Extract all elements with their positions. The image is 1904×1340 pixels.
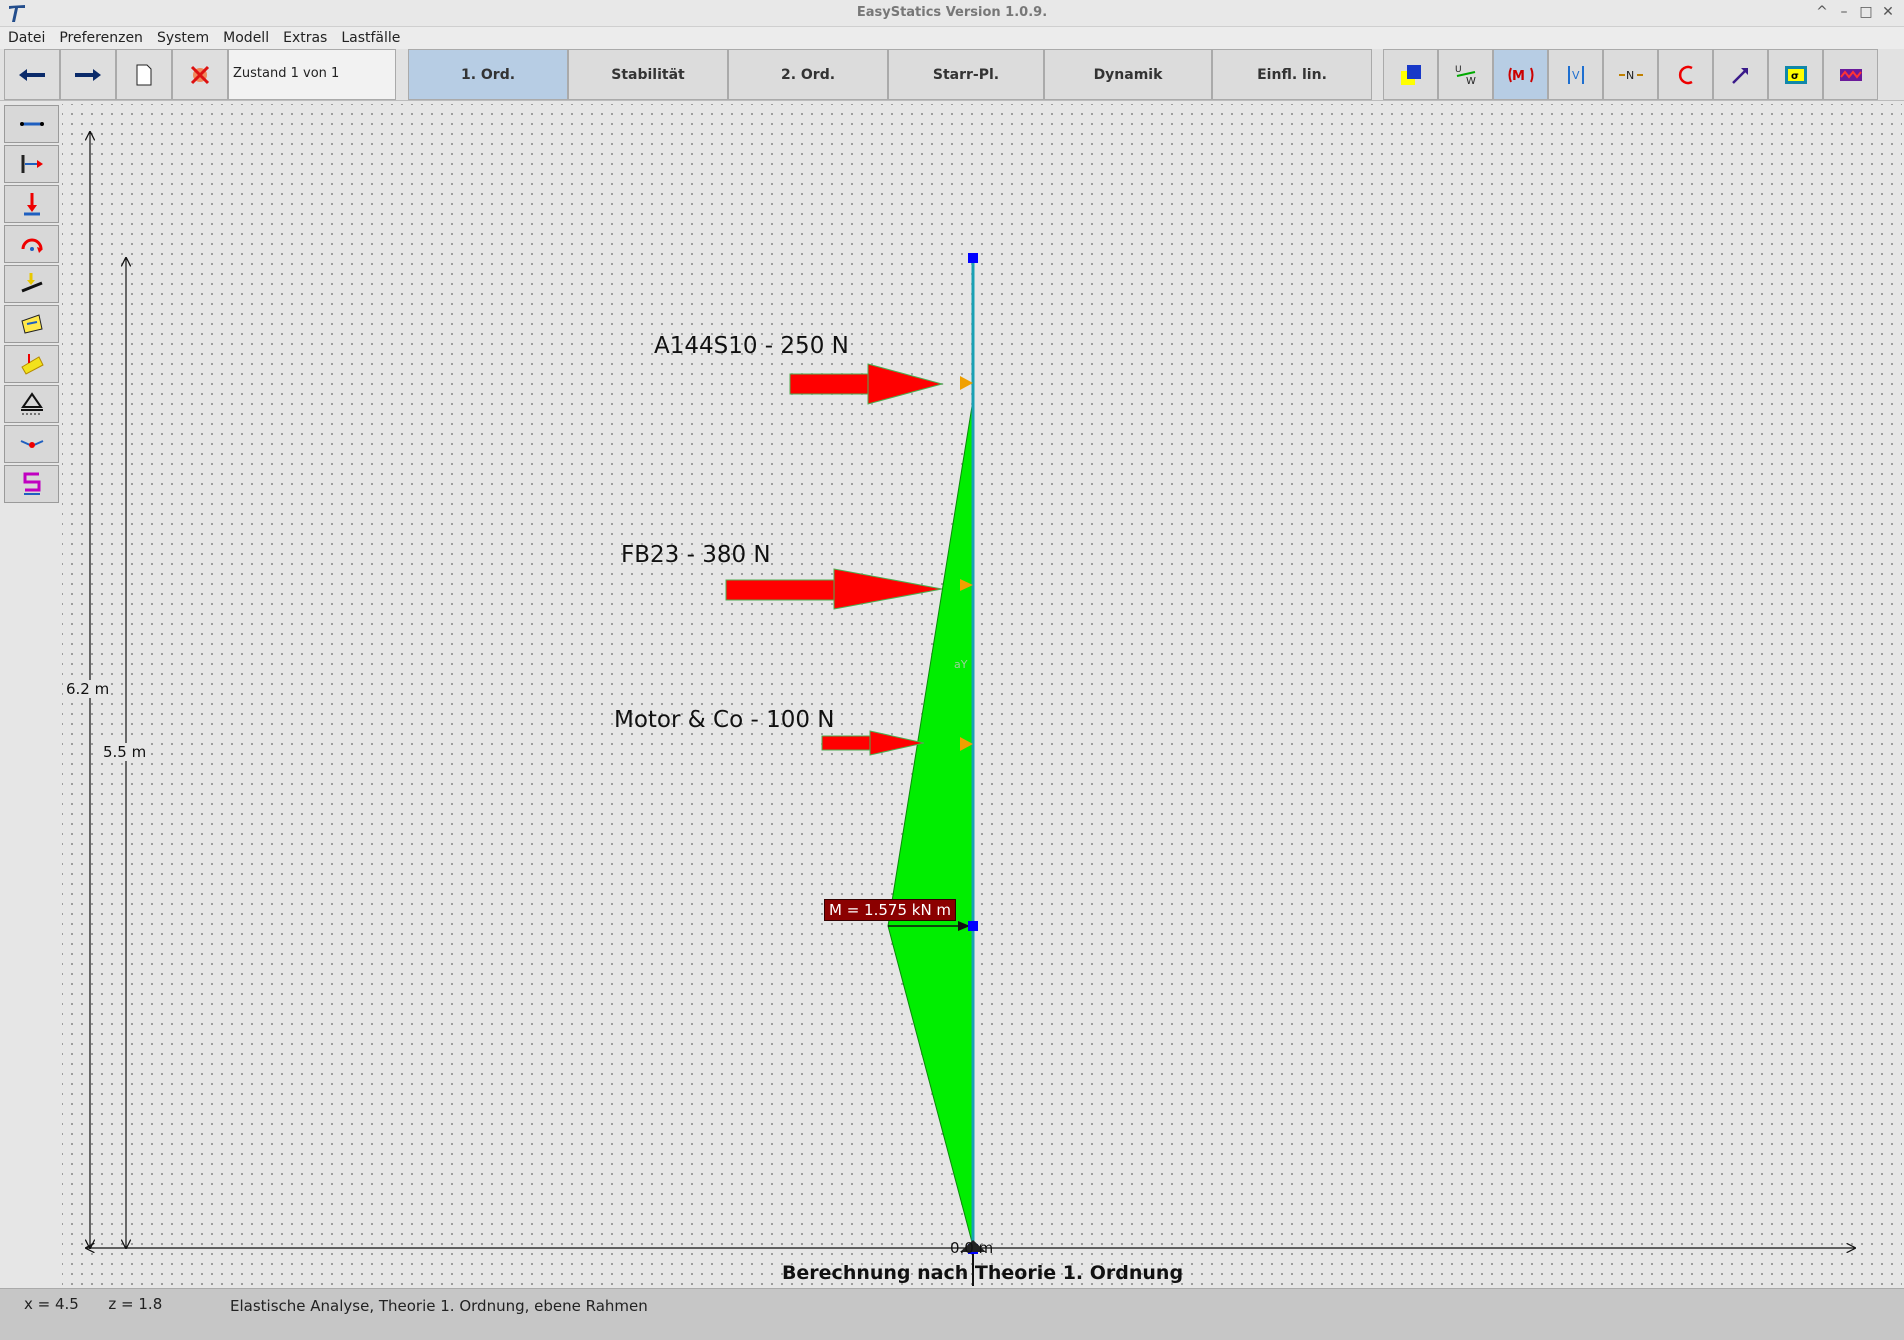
moment-diagram-area [887,399,974,1247]
structure-drawing [0,0,1904,1286]
moment-value-label: M = 1.575 kN m [824,899,957,921]
load-label-a144s10: A144S10 - 250 N [654,333,849,359]
x-coordinate: x = 4.5 [24,1295,79,1313]
member-tag: aY [954,658,968,671]
z-coordinate: z = 1.8 [108,1295,163,1313]
dimension-label-base: 0.0 m [950,1239,994,1257]
coordinate-readout: x = 4.5 z = 1.8 [24,1295,162,1313]
status-bar: x = 4.5 z = 1.8 Elastische Analyse, Theo… [0,1288,1904,1340]
load-label-fb23: FB23 - 380 N [621,542,771,568]
calculation-title: Berechnung nach Theorie 1. Ordnung [781,1262,1184,1284]
load-label-motor-co: Motor & Co - 100 N [614,707,835,733]
load-arrow-fb23[interactable] [725,568,973,610]
load-arrow-a144s10[interactable] [789,363,973,405]
analysis-description: Elastische Analyse, Theorie 1. Ordnung, … [230,1297,648,1315]
dimension-label-total: 6.2 m [64,680,112,698]
mid-node[interactable] [968,921,978,931]
dimension-label-sub: 5.5 m [101,743,149,761]
top-node[interactable] [968,253,978,263]
